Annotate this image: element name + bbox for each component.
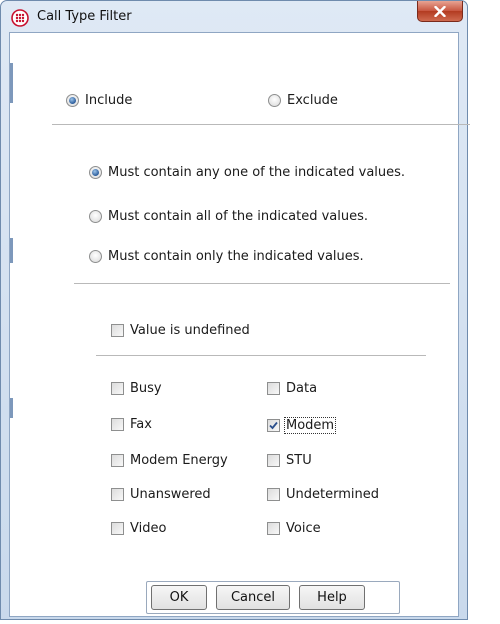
modem-energy-box[interactable] [111, 454, 124, 467]
stu-checkbox[interactable]: STU [267, 453, 312, 468]
modem-energy-checkbox[interactable]: Modem Energy [111, 453, 228, 468]
match-only-radio-circle[interactable] [89, 250, 102, 263]
video-box[interactable] [111, 522, 124, 535]
match-all-label: Must contain all of the indicated values… [108, 209, 369, 224]
data-box[interactable] [267, 382, 280, 395]
match-all-radio[interactable]: Must contain all of the indicated values… [89, 209, 368, 224]
unanswered-checkbox[interactable]: Unanswered [111, 487, 211, 502]
busy-box[interactable] [111, 382, 124, 395]
left-edge-mark [10, 63, 13, 103]
voice-box[interactable] [267, 522, 280, 535]
data-checkbox[interactable]: Data [267, 381, 317, 396]
video-checkbox[interactable]: Video [111, 521, 166, 536]
left-edge-mark [10, 238, 13, 263]
unanswered-label: Unanswered [130, 487, 211, 502]
exclude-radio[interactable]: Exclude [268, 93, 338, 108]
value-undefined-checkbox[interactable]: Value is undefined [111, 323, 250, 338]
left-edge-mark [10, 398, 13, 418]
modem-label: Modem [284, 417, 337, 434]
exclude-label: Exclude [287, 93, 338, 108]
stu-label: STU [286, 453, 312, 468]
close-button[interactable] [417, 1, 463, 22]
title-bar[interactable]: Call Type Filter [1, 1, 467, 33]
cancel-button[interactable]: Cancel [216, 585, 290, 610]
include-radio[interactable]: Include [66, 93, 132, 108]
globe-network-icon [11, 9, 29, 27]
match-all-radio-circle[interactable] [89, 210, 102, 223]
voice-checkbox[interactable]: Voice [267, 521, 321, 536]
undetermined-checkbox[interactable]: Undetermined [267, 487, 379, 502]
include-label: Include [85, 93, 133, 108]
separator [74, 283, 450, 284]
exclude-radio-circle[interactable] [268, 94, 281, 107]
close-x-icon [434, 5, 446, 17]
match-only-radio[interactable]: Must contain only the indicated values. [89, 249, 364, 264]
stu-box[interactable] [267, 454, 280, 467]
separator [52, 124, 470, 125]
match-any-radio[interactable]: Must contain any one of the indicated va… [89, 165, 405, 180]
modem-energy-label: Modem Energy [130, 453, 228, 468]
video-label: Video [130, 521, 167, 536]
fax-box[interactable] [111, 418, 124, 431]
match-any-radio-circle[interactable] [89, 166, 102, 179]
fax-label: Fax [130, 417, 152, 432]
match-any-label: Must contain any one of the indicated va… [108, 165, 406, 180]
undetermined-label: Undetermined [286, 487, 379, 502]
match-only-label: Must contain only the indicated values. [108, 249, 364, 264]
data-label: Data [286, 381, 318, 396]
call-type-filter-dialog: Call Type Filter Include Exclude Must co… [0, 0, 470, 620]
voice-label: Voice [286, 521, 321, 536]
value-undefined-box[interactable] [111, 324, 124, 337]
checkmark-icon [269, 421, 278, 430]
busy-label: Busy [130, 381, 162, 396]
modem-checkbox[interactable]: Modem [267, 417, 337, 434]
separator [96, 355, 426, 356]
fax-checkbox[interactable]: Fax [111, 417, 152, 432]
modem-box[interactable] [267, 419, 280, 432]
busy-checkbox[interactable]: Busy [111, 381, 162, 396]
value-undefined-label: Value is undefined [130, 323, 250, 338]
dialog-content: Include Exclude Must contain any one of … [9, 32, 470, 617]
unanswered-box[interactable] [111, 488, 124, 501]
help-button[interactable]: Help [299, 585, 365, 610]
window-title: Call Type Filter [37, 9, 132, 24]
undetermined-box[interactable] [267, 488, 280, 501]
ok-button[interactable]: OK [151, 585, 207, 610]
include-radio-circle[interactable] [66, 94, 79, 107]
